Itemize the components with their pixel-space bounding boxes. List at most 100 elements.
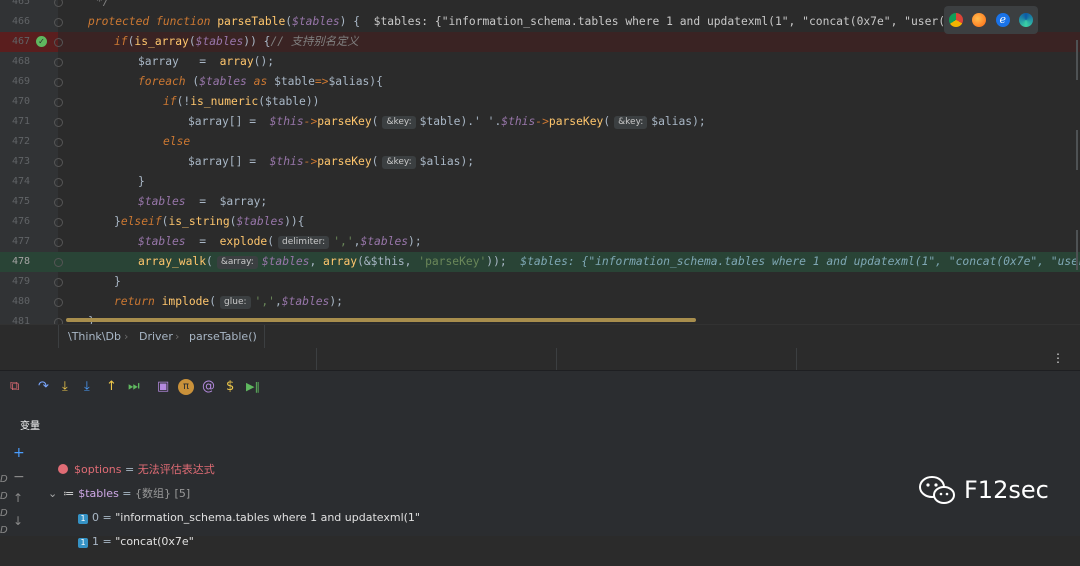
code-line[interactable]: 468 $array = array(); xyxy=(0,52,1080,72)
code-line[interactable]: 480 return implode(glue: ',',$tables); xyxy=(0,292,1080,312)
stop-frames-icon[interactable]: ⧉ xyxy=(10,376,19,398)
breadcrumb-namespace[interactable]: \Think\Db xyxy=(68,330,121,343)
code-token: $alias); xyxy=(651,115,706,128)
evaluate-expression-icon[interactable]: π xyxy=(178,379,194,395)
code-line[interactable]: 479} xyxy=(0,272,1080,292)
code-token: $tables xyxy=(199,75,247,88)
line-number[interactable]: 480 xyxy=(0,292,30,312)
code-line[interactable]: 465 */ xyxy=(0,0,1080,12)
console-icon[interactable]: ▣ xyxy=(157,376,169,398)
fold-marker-icon[interactable] xyxy=(54,218,63,227)
line-number[interactable]: 471 xyxy=(0,112,30,132)
fold-marker-icon[interactable] xyxy=(54,178,63,187)
code-line[interactable]: 466 protected function parseTable($tables… xyxy=(0,12,1080,32)
code-line[interactable]: 470 if(!is_numeric($table)) xyxy=(0,92,1080,112)
code-line[interactable]: 477 $tables = explode(delimiter: ',',$tabl… xyxy=(0,232,1080,252)
edge-icon[interactable] xyxy=(1019,13,1034,27)
code-line[interactable]: 474} xyxy=(0,172,1080,192)
watch-icon[interactable]: @ xyxy=(202,376,215,398)
fold-marker-icon[interactable] xyxy=(54,98,63,107)
line-number[interactable]: 475 xyxy=(0,192,30,212)
code-token: is_string xyxy=(168,215,230,228)
code-token: parseKey xyxy=(317,155,372,168)
resume-icon[interactable]: ▶‖ xyxy=(246,376,260,398)
step-into-icon[interactable]: ⤓ xyxy=(62,376,68,398)
remove-watch-icon[interactable]: − xyxy=(13,469,25,485)
divider xyxy=(264,325,265,349)
chevron-down-icon[interactable]: ⌄ xyxy=(48,487,57,500)
line-number[interactable]: 467 xyxy=(0,32,30,52)
fold-marker-icon[interactable] xyxy=(54,298,63,307)
fold-marker-icon[interactable] xyxy=(54,18,63,27)
code-line[interactable]: 472 else xyxy=(0,132,1080,152)
line-number[interactable]: 476 xyxy=(0,212,30,232)
code-token: parseKey xyxy=(317,115,372,128)
code-line[interactable]: 471 $array[] = $this->parseKey(&key: $tabl… xyxy=(0,112,1080,132)
code-line[interactable]: 478 array_walk(&array: $tables, array(&$th… xyxy=(0,252,1080,272)
code-editor[interactable]: 465 */466 protected function parseTable($t… xyxy=(0,0,1080,324)
ie-icon[interactable]: e xyxy=(995,13,1010,27)
breadcrumb-class[interactable]: Driver xyxy=(139,330,173,343)
fold-marker-icon[interactable] xyxy=(54,78,63,87)
code-line[interactable]: 475 $tables = $array; xyxy=(0,192,1080,212)
code-token: )) { xyxy=(243,35,271,48)
code-token: } xyxy=(114,275,121,288)
fold-marker-icon[interactable] xyxy=(54,138,63,147)
fold-marker-icon[interactable] xyxy=(54,38,63,47)
divider xyxy=(556,348,557,370)
code-token: foreach xyxy=(138,75,193,88)
fold-marker-icon[interactable] xyxy=(54,118,63,127)
line-number[interactable]: 465 xyxy=(0,0,30,12)
line-number[interactable]: 478 xyxy=(0,252,30,272)
code-line[interactable]: 469 foreach ($tables as $table=>$alias){ xyxy=(0,72,1080,92)
line-number[interactable]: 466 xyxy=(0,12,30,32)
line-number[interactable]: 470 xyxy=(0,92,30,112)
firefox-icon[interactable] xyxy=(972,13,987,27)
run-to-cursor-icon[interactable]: ⏭ xyxy=(128,376,140,398)
fold-marker-icon[interactable] xyxy=(54,238,63,247)
chrome-icon[interactable] xyxy=(948,13,963,27)
parameter-hint: &key: xyxy=(614,116,648,129)
force-step-into-icon[interactable]: ⤓ xyxy=(84,376,90,398)
add-watch-icon[interactable]: + xyxy=(13,445,25,461)
step-over-icon[interactable]: ↷ xyxy=(38,376,49,398)
line-number[interactable]: 477 xyxy=(0,232,30,252)
code-token: $this xyxy=(269,115,304,128)
fold-marker-icon[interactable] xyxy=(54,198,63,207)
fold-marker-icon[interactable] xyxy=(54,258,63,267)
line-number[interactable]: 479 xyxy=(0,272,30,292)
more-options-icon[interactable]: ⋮ xyxy=(1052,351,1064,365)
line-number[interactable]: 472 xyxy=(0,132,30,152)
step-out-icon[interactable]: ↑ xyxy=(106,376,117,398)
line-number[interactable]: 469 xyxy=(0,72,30,92)
fold-marker-icon[interactable] xyxy=(54,278,63,287)
line-number[interactable]: 473 xyxy=(0,152,30,172)
code-line[interactable]: 476}elseif(is_string($tables)){ xyxy=(0,212,1080,232)
line-number[interactable]: 481 xyxy=(0,312,30,324)
code-token: $tables xyxy=(236,215,285,228)
move-up-icon[interactable]: ↑ xyxy=(13,491,23,505)
fold-marker-icon[interactable] xyxy=(54,0,63,7)
dollar-icon[interactable]: $ xyxy=(226,376,234,398)
fold-marker-icon[interactable] xyxy=(54,58,63,67)
variable-row-index-1[interactable]: 11 = "concat(0x7e" xyxy=(64,518,194,566)
code-token: array_walk xyxy=(138,255,207,268)
parameter-hint: &array: xyxy=(216,256,258,269)
code-token: parseKey xyxy=(548,115,604,128)
code-token: $this xyxy=(501,115,536,128)
code-line[interactable]: ✓ 467 if(is_array($tables)) {// 支持别名定义 xyxy=(0,32,1080,52)
divider xyxy=(316,348,317,370)
horizontal-scrollbar[interactable] xyxy=(66,318,696,322)
fold-marker-icon[interactable] xyxy=(54,158,63,167)
code-token: $table xyxy=(274,75,315,88)
line-number[interactable]: 468 xyxy=(0,52,30,72)
code-line[interactable]: 473 $array[] = $this->parseKey(&key: $alia… xyxy=(0,152,1080,172)
variable-equals: = xyxy=(99,535,116,548)
breakpoint-icon[interactable]: ✓ xyxy=(36,36,47,47)
code-token: $alias xyxy=(328,75,370,88)
code-text: else xyxy=(163,132,190,152)
line-number[interactable]: 474 xyxy=(0,172,30,192)
breadcrumb-method[interactable]: parseTable() xyxy=(189,330,257,343)
code-token: )){ xyxy=(284,215,305,228)
move-down-icon[interactable]: ↓ xyxy=(13,514,23,528)
